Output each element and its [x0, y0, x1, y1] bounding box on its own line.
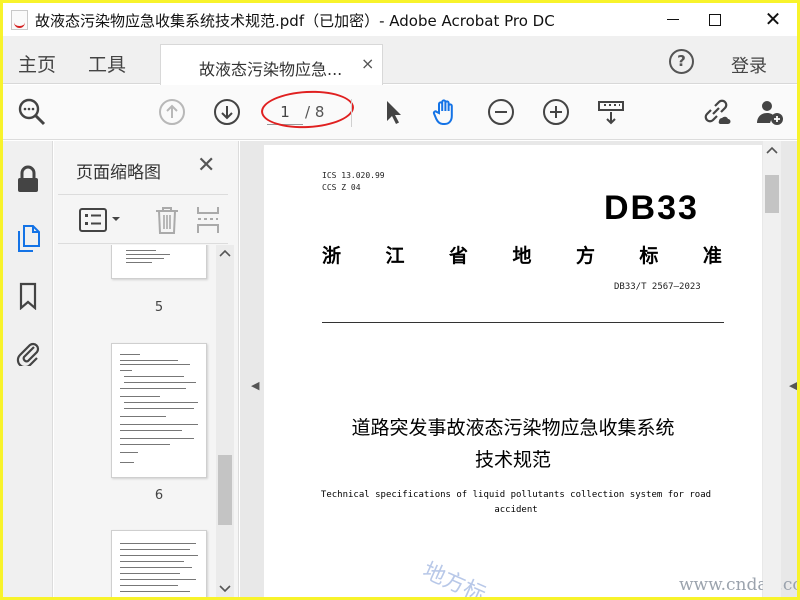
delete-page-icon[interactable] — [154, 205, 180, 235]
collapse-left-pane-icon[interactable]: ◀ — [251, 379, 259, 392]
document-title-line-2: 技术规范 — [474, 449, 551, 471]
category-char: 浙 — [322, 245, 342, 267]
document-title-english: Technical specifications of liquid pollu… — [320, 490, 712, 515]
maximize-button[interactable] — [697, 6, 733, 32]
document-scrollbar[interactable] — [763, 141, 781, 597]
pdf-file-icon — [11, 10, 28, 30]
tab-home[interactable]: 主页 — [18, 50, 56, 77]
thumbnail-page-label: 5 — [154, 300, 164, 315]
red-annotation-ellipse — [260, 88, 355, 131]
minimize-button[interactable] — [655, 6, 691, 32]
standard-category: 浙 江 省 地 方 标 准 — [322, 241, 722, 268]
category-char: 江 — [385, 245, 405, 267]
scroll-down-icon[interactable] — [219, 585, 231, 593]
page-fit-icon[interactable] — [596, 97, 626, 127]
close-panel-button[interactable]: ✕ — [197, 153, 215, 178]
thumbnail-toolbar — [58, 194, 228, 244]
pages-icon[interactable] — [15, 224, 41, 252]
tab-document[interactable]: 故液态污染物应急... × — [160, 44, 383, 85]
thumbnail-scrollbar[interactable] — [216, 245, 234, 597]
window-title: 故液态污染物应急收集系统技术规范.pdf（已加密）- Adobe Acrobat… — [35, 12, 555, 30]
ccs-code: CCS Z 04 — [322, 183, 361, 192]
next-page-icon[interactable] — [212, 97, 242, 127]
category-char: 省 — [448, 245, 468, 267]
select-pointer-icon[interactable] — [378, 97, 408, 127]
close-tab-button[interactable]: × — [361, 54, 374, 73]
standard-number: DB33/T 2567—2023 — [614, 282, 701, 292]
category-char: 地 — [512, 245, 532, 267]
bookmark-icon[interactable] — [15, 282, 41, 310]
maximize-icon — [709, 13, 721, 26]
title-bar: 故液态污染物应急收集系统技术规范.pdf（已加密）- Adobe Acrobat… — [3, 3, 797, 36]
zoom-in-icon[interactable] — [541, 97, 571, 127]
toolbar-divider — [351, 99, 352, 127]
scroll-up-icon[interactable] — [766, 146, 778, 154]
category-char: 标 — [639, 245, 659, 267]
document-tab-label: 故液态污染物应急... — [199, 60, 343, 79]
close-window-button[interactable]: ✕ — [755, 6, 791, 32]
thumbnail-page-label: 6 — [154, 488, 164, 503]
scroll-up-icon[interactable] — [219, 249, 231, 257]
header-rule — [322, 322, 724, 323]
category-char: 方 — [575, 245, 595, 267]
pdf-page: ICS 13.020.99 CCS Z 04 DB33 浙 江 省 地 方 标 … — [264, 145, 797, 597]
document-title-line-1: 道路突发事故液态污染物应急收集系统 — [351, 417, 675, 439]
prev-page-icon[interactable] — [157, 97, 187, 127]
collapse-right-pane-icon[interactable]: ◀ — [789, 379, 797, 392]
watermark-text: 地方标 — [418, 558, 490, 597]
thumbnail-scrollbar-handle[interactable] — [218, 455, 232, 525]
zoom-out-icon[interactable] — [486, 97, 516, 127]
hand-tool-icon[interactable] — [430, 97, 460, 127]
tab-bar: 主页 工具 故液态污染物应急... × ? 登录 — [3, 36, 797, 85]
search-zoom-icon[interactable] — [17, 97, 47, 127]
thumbnails-panel-title: 页面缩略图 — [76, 163, 161, 183]
attachment-icon[interactable] — [15, 338, 41, 366]
category-char: 准 — [702, 245, 722, 267]
tab-tools[interactable]: 工具 — [88, 50, 126, 77]
ics-code: ICS 13.020.99 — [322, 171, 385, 180]
thumbnail-options-icon[interactable] — [78, 207, 124, 233]
share-link-icon[interactable] — [701, 97, 731, 127]
lock-icon[interactable] — [15, 165, 41, 193]
document-view: ◀ ICS 13.020.99 CCS Z 04 DB33 浙 江 省 地 方 … — [240, 141, 797, 597]
extract-page-icon[interactable] — [195, 205, 221, 235]
thumbnail-page-5[interactable] — [111, 245, 207, 279]
minimize-icon — [667, 19, 679, 20]
navigation-rail — [3, 141, 53, 597]
toolbar: 1 / 8 — [3, 85, 797, 140]
page-thumbnails-panel: 页面缩略图 ✕ 5 6 — [54, 141, 239, 597]
help-icon[interactable]: ? — [669, 49, 694, 74]
standard-code: DB33 — [604, 189, 699, 227]
thumbnail-list: 5 6 — [54, 245, 214, 597]
acrobat-window: 故液态污染物应急收集系统技术规范.pdf（已加密）- Adobe Acrobat… — [3, 3, 797, 597]
login-button[interactable]: 登录 — [731, 52, 767, 78]
thumbnail-page-7[interactable] — [111, 530, 207, 597]
document-scrollbar-handle[interactable] — [765, 175, 779, 213]
thumbnail-page-6[interactable] — [111, 343, 207, 478]
add-user-icon[interactable] — [755, 97, 785, 127]
